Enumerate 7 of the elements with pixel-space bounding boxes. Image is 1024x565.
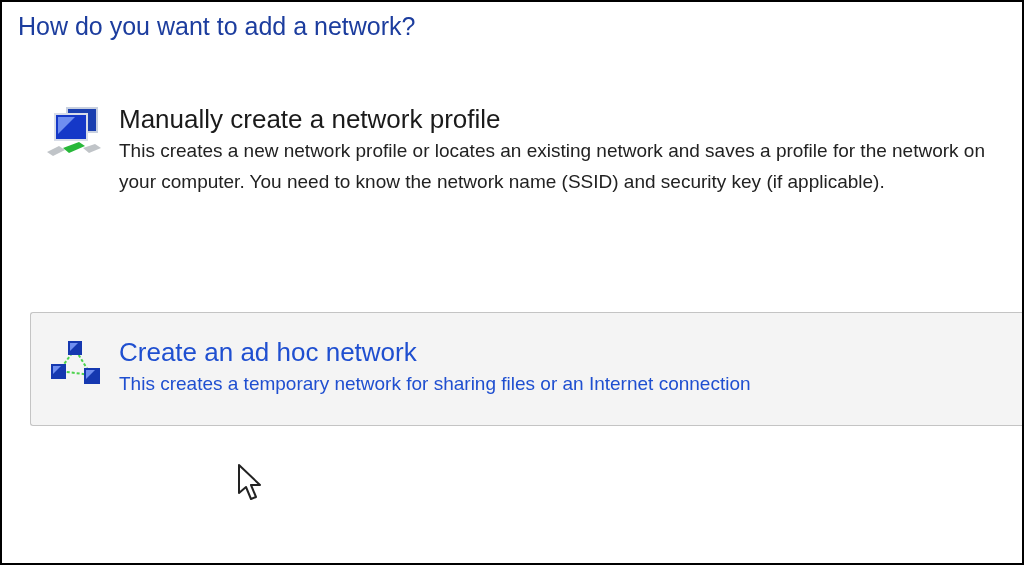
option-button[interactable]: Create an ad hoc network This creates a temporary network for sharing files or an Internet connection <box>30 312 1022 426</box>
option-description: This creates a new network profile or locates an existing network and saves a profile for the network on your computer. You need to know the network name (SSID) and security key (if applicable). <box>119 139 986 194</box>
option-title: Create an ad hoc network <box>119 337 417 368</box>
dialog-heading: How do you want to add a network? <box>17 11 417 41</box>
option-description: This creates a temporary network for sharing files or an Internet connection <box>119 372 751 396</box>
option-title: Manually create a network profile <box>119 104 501 135</box>
mouse-pointer-icon <box>237 463 263 501</box>
